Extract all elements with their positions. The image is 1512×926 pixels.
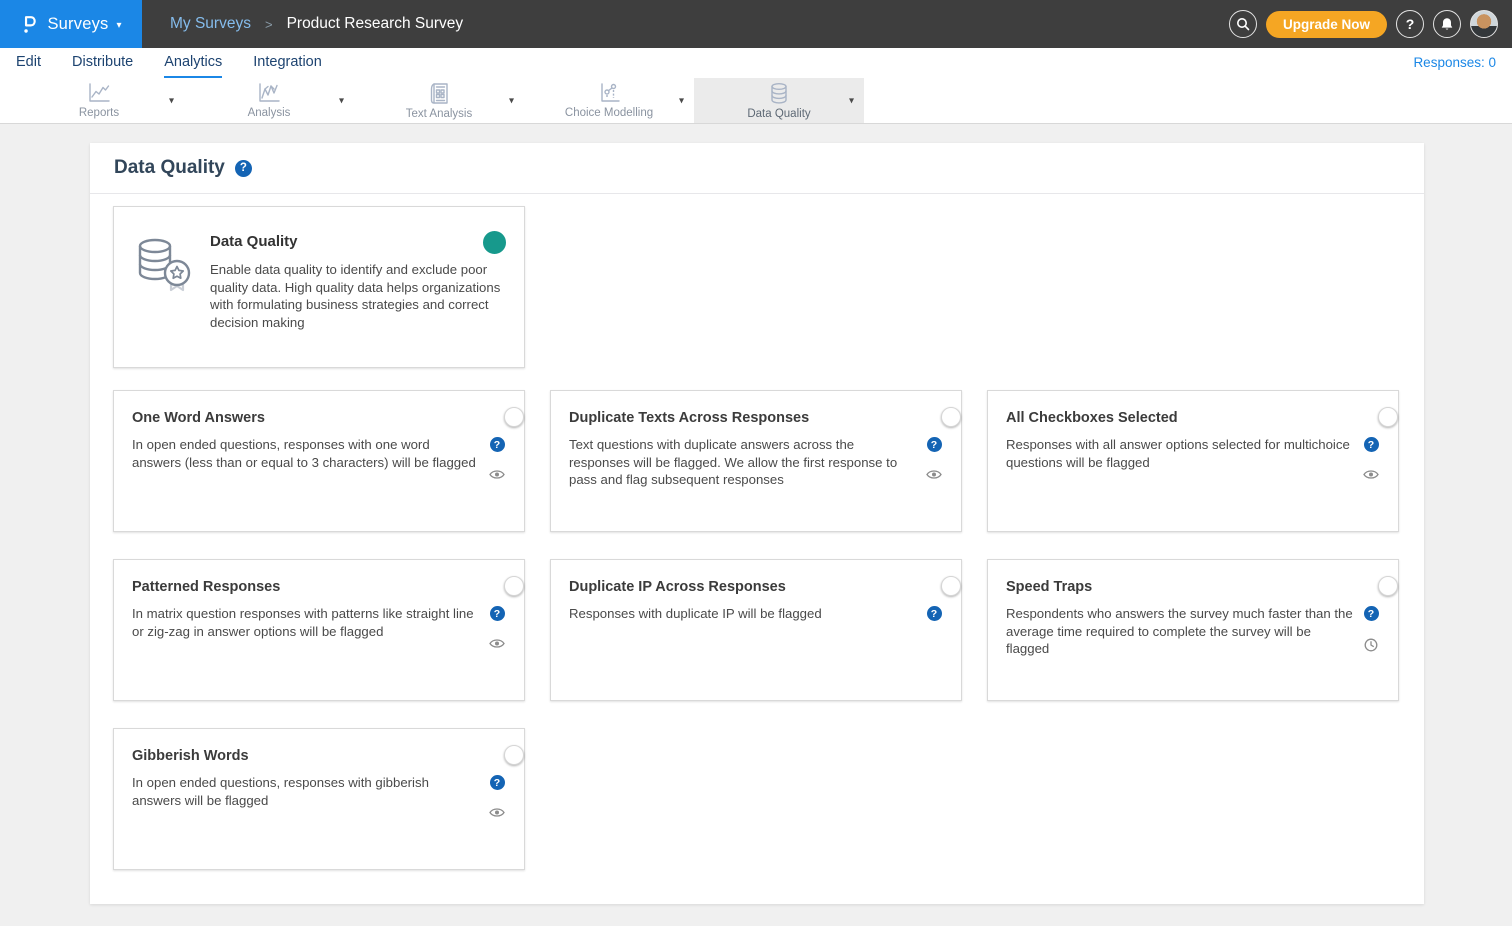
feature-cards-grid: One Word Answers In open ended questions…	[113, 390, 1399, 870]
document-grid-icon	[428, 82, 450, 106]
feature-card-icons: ?	[925, 436, 943, 489]
data-quality-panel: Data Quality ?	[90, 143, 1424, 904]
page-title: Data Quality	[114, 157, 225, 179]
questionpro-logo-icon	[20, 13, 39, 36]
preview-eye-icon[interactable]	[489, 807, 505, 818]
nav-tab-edit[interactable]: Edit	[16, 54, 41, 78]
feature-card-description: Responses with duplicate IP will be flag…	[569, 605, 917, 623]
user-avatar[interactable]	[1470, 10, 1498, 38]
preview-eye-icon[interactable]	[489, 638, 505, 649]
help-button[interactable]: ?	[1396, 10, 1424, 38]
feature-card-description: Responses with all answer options select…	[1006, 436, 1354, 480]
product-switcher-label: Surveys	[47, 15, 108, 34]
toolbar-item-label: Choice Modelling	[565, 107, 653, 119]
chevron-down-icon[interactable]: ▾	[679, 95, 684, 106]
help-icon[interactable]: ?	[927, 606, 942, 621]
help-icon[interactable]: ?	[1364, 606, 1379, 621]
feature-card-icons: ?	[1362, 605, 1380, 658]
feature-card-title: Gibberish Words	[132, 746, 249, 764]
feature-card-description: Text questions with duplicate answers ac…	[569, 436, 917, 489]
help-icon[interactable]: ?	[490, 437, 505, 452]
chevron-down-icon: ▾	[116, 20, 121, 31]
feature-card-description: In open ended questions, responses with …	[132, 436, 480, 480]
master-card-title: Data Quality	[210, 233, 298, 250]
feature-card-description: Respondents who answers the survey much …	[1006, 605, 1354, 658]
feature-card-all-checkboxes-selected: All Checkboxes Selected Responses with a…	[987, 390, 1399, 532]
panel-header: Data Quality ?	[90, 143, 1424, 194]
preview-eye-icon[interactable]	[489, 469, 505, 480]
nav-tab-distribute[interactable]: Distribute	[72, 54, 133, 78]
clock-icon[interactable]	[1364, 638, 1378, 652]
data-quality-master-card: Data Quality Enable data quality to iden…	[113, 206, 525, 368]
panel-body: Data Quality Enable data quality to iden…	[90, 194, 1424, 904]
upgrade-now-button[interactable]: Upgrade Now	[1266, 11, 1387, 38]
survey-nav-tabs: Edit Distribute Analytics Integration	[16, 54, 322, 78]
toolbar-item-reports[interactable]: Reports ▾	[14, 78, 184, 123]
search-icon	[1236, 17, 1250, 31]
feature-card-title: Duplicate Texts Across Responses	[569, 408, 809, 426]
toolbar-item-label: Reports	[79, 107, 119, 119]
nav-tab-integration[interactable]: Integration	[253, 54, 322, 78]
feature-card-duplicate-ip-across-responses: Duplicate IP Across Responses Responses …	[550, 559, 962, 701]
database-icon	[767, 82, 791, 106]
preview-eye-icon[interactable]	[926, 469, 942, 480]
line-chart-icon	[86, 82, 112, 105]
feature-card-icons: ?	[488, 774, 506, 818]
survey-nav-row: Edit Distribute Analytics Integration Respo…	[0, 48, 1512, 78]
feature-card-patterned-responses: Patterned Responses In matrix question r…	[113, 559, 525, 701]
breadcrumb: My Surveys > Product Research Survey	[170, 15, 463, 33]
responses-count: Responses: 0	[1413, 55, 1496, 78]
page-help-icon[interactable]: ?	[235, 160, 252, 177]
help-icon[interactable]: ?	[490, 775, 505, 790]
help-icon[interactable]: ?	[927, 437, 942, 452]
feature-card-title: Speed Traps	[1006, 577, 1092, 595]
dot-plot-icon	[596, 82, 622, 105]
toolbar-item-analysis[interactable]: Analysis ▾	[184, 78, 354, 123]
toolbar-item-label: Text Analysis	[406, 108, 472, 120]
breadcrumb-my-surveys[interactable]: My Surveys	[170, 15, 251, 33]
feature-card-duplicate-texts-across-responses: Duplicate Texts Across Responses Text qu…	[550, 390, 962, 532]
chevron-down-icon[interactable]: ▾	[339, 95, 344, 106]
chevron-down-icon[interactable]: ▾	[849, 95, 854, 106]
feature-card-title: All Checkboxes Selected	[1006, 408, 1178, 426]
toolbar-item-label: Data Quality	[747, 108, 810, 120]
feature-card-title: Patterned Responses	[132, 577, 280, 595]
main-content: Data Quality ?	[0, 124, 1512, 926]
feature-card-one-word-answers: One Word Answers In open ended questions…	[113, 390, 525, 532]
notifications-button[interactable]	[1433, 10, 1461, 38]
bell-icon	[1440, 17, 1454, 32]
feature-card-description: In open ended questions, responses with …	[132, 774, 480, 818]
topbar-actions: Upgrade Now ?	[1229, 10, 1498, 38]
breadcrumb-separator: >	[265, 17, 273, 32]
nav-tab-analytics[interactable]: Analytics	[164, 54, 222, 78]
feature-card-gibberish-words: Gibberish Words In open ended questions,…	[113, 728, 525, 870]
analytics-toolbar: Reports▾Analysis▾Text Analysis▾Choice Mo…	[0, 78, 1512, 124]
database-badge-icon	[132, 235, 194, 349]
toolbar-item-data-quality[interactable]: Data Quality ▾	[694, 78, 864, 123]
chevron-down-icon[interactable]: ▾	[509, 95, 514, 106]
feature-card-icons: ?	[488, 605, 506, 649]
feature-card-title: Duplicate IP Across Responses	[569, 577, 786, 595]
help-icon[interactable]: ?	[490, 606, 505, 621]
feature-card-description: In matrix question responses with patter…	[132, 605, 480, 649]
master-card-content: Data Quality Enable data quality to iden…	[210, 233, 504, 349]
master-card-description: Enable data quality to identify and excl…	[210, 261, 502, 331]
toolbar-item-label: Analysis	[248, 107, 291, 119]
scatter-chart-icon	[256, 82, 282, 105]
breadcrumb-current-survey: Product Research Survey	[287, 15, 464, 33]
feature-card-icons: ?	[488, 436, 506, 480]
search-button[interactable]	[1229, 10, 1257, 38]
app-logo[interactable]: Surveys ▾	[0, 0, 142, 48]
feature-card-title: One Word Answers	[132, 408, 265, 426]
feature-card-speed-traps: Speed Traps Respondents who answers the …	[987, 559, 1399, 701]
help-icon[interactable]: ?	[1364, 437, 1379, 452]
feature-card-icons: ?	[1362, 436, 1380, 480]
preview-eye-icon[interactable]	[1363, 469, 1379, 480]
question-mark-icon: ?	[1406, 16, 1415, 32]
top-bar: Surveys ▾ My Surveys > Product Research …	[0, 0, 1512, 48]
toolbar-item-text-analysis[interactable]: Text Analysis ▾	[354, 78, 524, 123]
chevron-down-icon[interactable]: ▾	[169, 95, 174, 106]
toolbar-item-choice-modelling[interactable]: Choice Modelling ▾	[524, 78, 694, 123]
feature-card-icons: ?	[925, 605, 943, 623]
